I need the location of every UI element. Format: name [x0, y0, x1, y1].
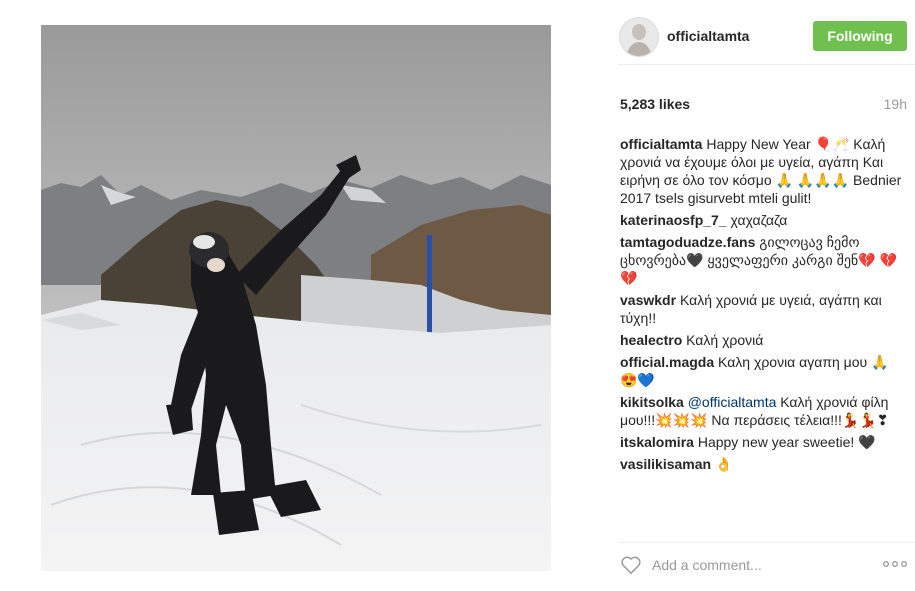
list-item: kikitsolka @officialtamta Καλή χρονιά φί… — [620, 393, 905, 429]
add-comment-bar — [618, 553, 915, 579]
following-button[interactable]: Following — [813, 21, 907, 51]
post-side-panel: officialtamta Following 5,283 likes 19h … — [618, 14, 915, 591]
comment-username[interactable]: officialtamta — [620, 136, 702, 152]
heart-icon[interactable] — [620, 555, 642, 575]
comment-username[interactable]: tamtagoduadze.fans — [620, 234, 755, 250]
avatar-image — [620, 18, 658, 56]
comment-username[interactable]: healectro — [620, 332, 682, 348]
comment-text: χαχαζαζα — [730, 212, 788, 228]
post-header: officialtamta Following — [618, 14, 915, 64]
comment-text: 👌 — [714, 456, 733, 472]
list-item: itskalomira Happy new year sweetie! 🖤 — [620, 433, 905, 451]
likes-count[interactable]: 5,283 likes — [620, 96, 690, 112]
comments-list: officialtamta Happy New Year 🎈🥂 Καλή χρο… — [620, 135, 905, 477]
comment-username[interactable]: itskalomira — [620, 434, 694, 450]
list-item: katerinaosfp_7_ χαχαζαζα — [620, 211, 905, 229]
comment-username[interactable]: official.magda — [620, 354, 714, 370]
comment-divider — [618, 542, 915, 543]
list-item: vaswkdr Καλή χρονιά με υγειά, αγάπη και … — [620, 291, 905, 327]
add-comment-input[interactable] — [652, 554, 852, 576]
avatar[interactable] — [619, 17, 659, 57]
comment-username[interactable]: kikitsolka — [620, 394, 684, 410]
comment-username[interactable]: katerinaosfp_7_ — [620, 212, 727, 228]
list-item: tamtagoduadze.fans გილოცავ ჩემო ცხოვრება… — [620, 233, 905, 287]
list-item: healectro Καλή χρονιά — [620, 331, 905, 349]
list-item: official.magda Καλη χρονια αγαπη μου 🙏😍💙 — [620, 353, 905, 389]
ski-photo-illustration — [41, 25, 551, 571]
list-item: vasilikisaman 👌 — [620, 455, 905, 473]
comment-text: Καλή χρονιά — [686, 332, 764, 348]
header-divider — [618, 64, 915, 65]
username-link[interactable]: officialtamta — [667, 28, 749, 44]
more-options-icon[interactable] — [882, 557, 908, 571]
comment-username[interactable]: vaswkdr — [620, 292, 676, 308]
post-photo[interactable] — [41, 25, 551, 571]
comment-text: Happy new year sweetie! 🖤 — [697, 434, 876, 450]
list-item: officialtamta Happy New Year 🎈🥂 Καλή χρο… — [620, 135, 905, 207]
comment-username[interactable]: vasilikisaman — [620, 456, 711, 472]
post-timestamp[interactable]: 19h — [884, 96, 907, 112]
mention-link[interactable]: @officialtamta — [688, 394, 777, 410]
